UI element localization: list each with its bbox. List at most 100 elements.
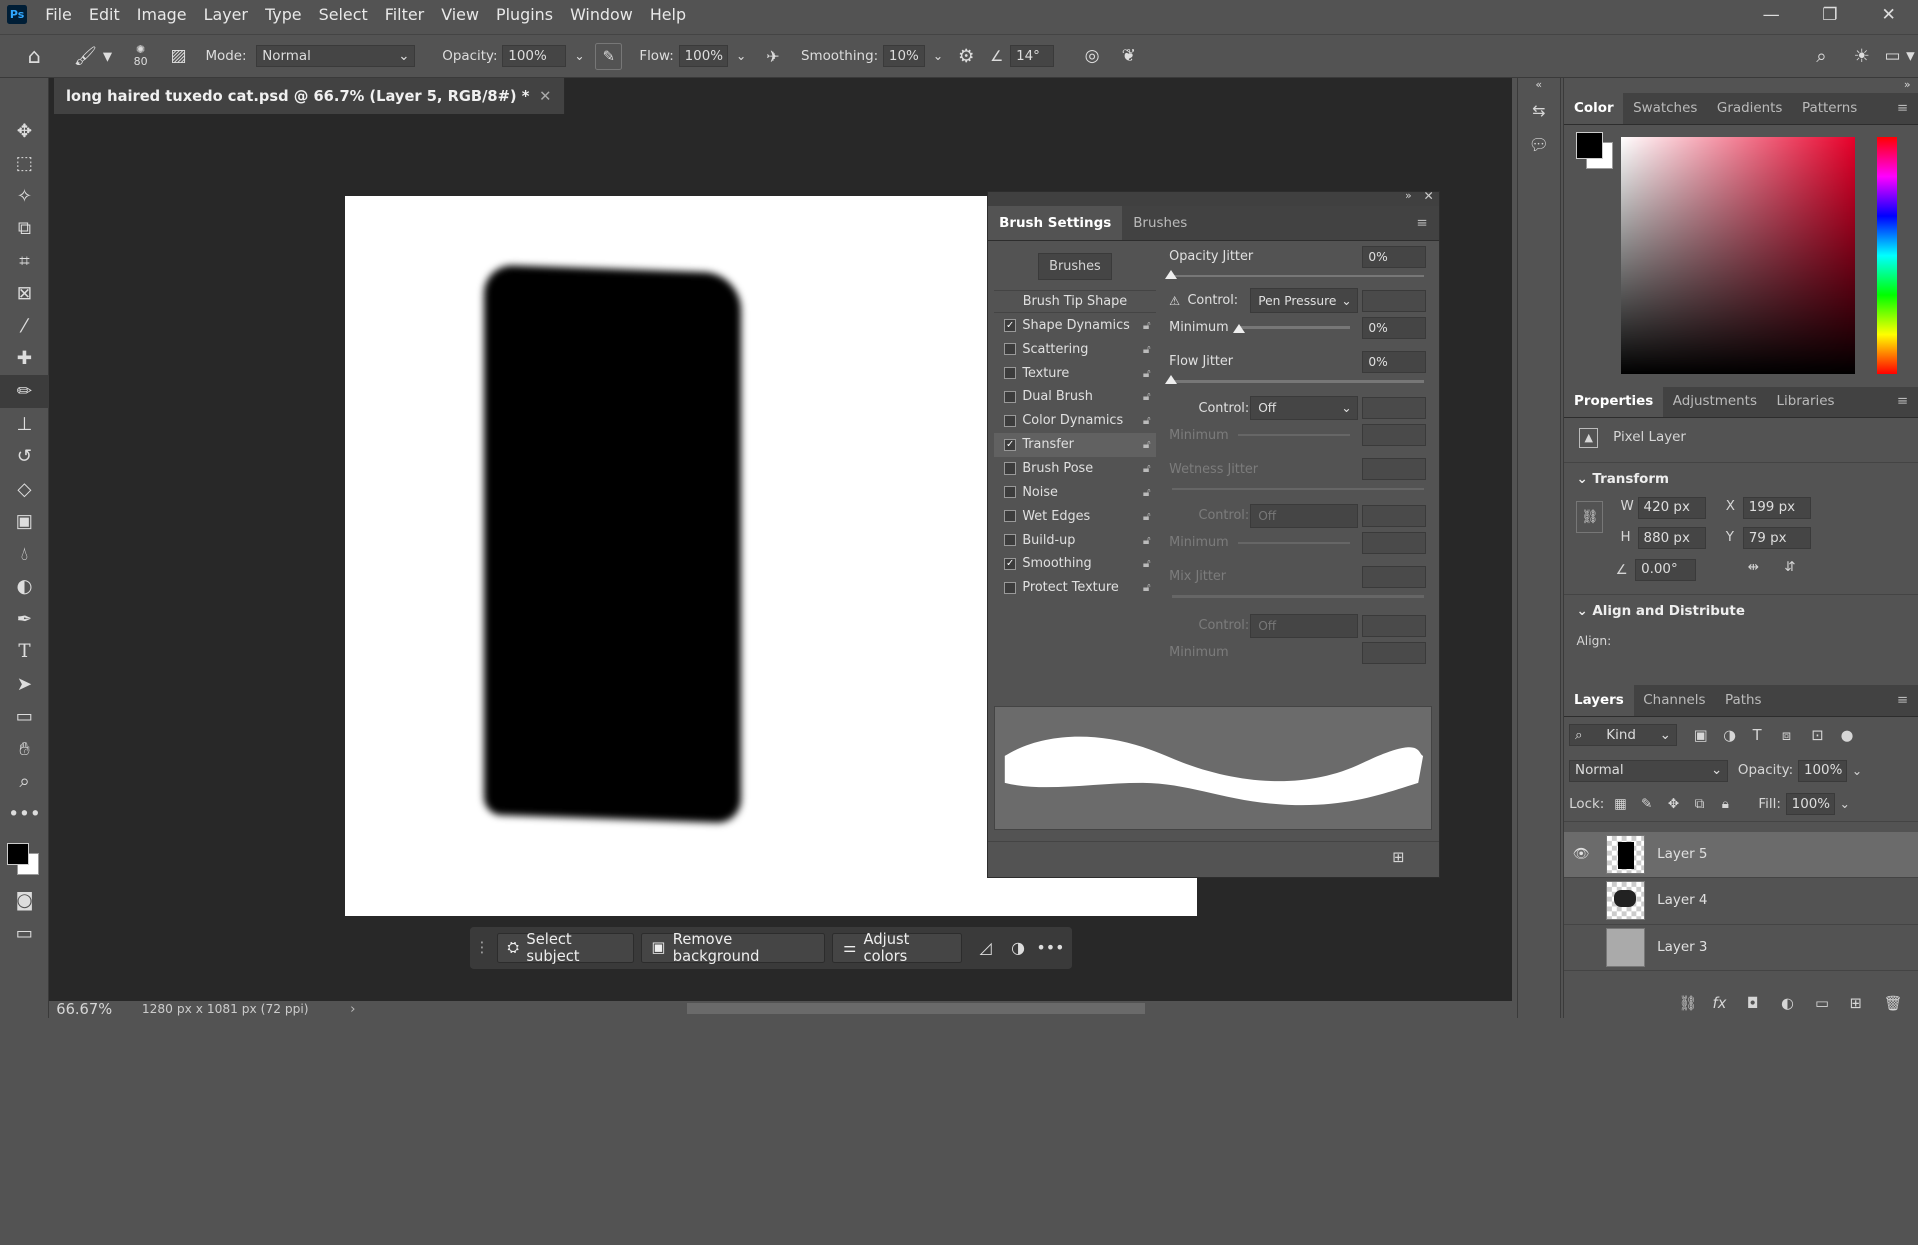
brush-setting-item[interactable]: Texture 🔓︎ — [994, 361, 1155, 385]
restore-icon[interactable]: ❐ — [1801, 0, 1860, 29]
flow-chevron-icon[interactable]: ⌄ — [733, 49, 750, 63]
pen-tool-icon[interactable]: ✒ — [0, 603, 49, 636]
link-icon[interactable]: ⛓ — [1576, 501, 1604, 534]
pressure-opacity-icon[interactable]: ✎ — [595, 42, 623, 70]
brushes-button[interactable]: Brushes — [1038, 252, 1112, 280]
smoothing-input[interactable]: 10% — [883, 45, 925, 68]
close-icon[interactable]: ✕ — [1859, 0, 1918, 29]
minimize-icon[interactable]: — — [1742, 0, 1801, 29]
color-panel-menu-icon[interactable]: ≡ — [1887, 93, 1918, 124]
x-input[interactable]: 199 px — [1742, 496, 1812, 519]
mode-dropdown[interactable]: Normal ⌄ — [256, 45, 416, 68]
lock-artboard-icon[interactable]: ⧉ — [1695, 797, 1722, 812]
smoothing-chevron-icon[interactable]: ⌄ — [929, 49, 946, 63]
blur-tool-icon[interactable]: 💧︎ — [0, 538, 49, 571]
new-layer-icon[interactable]: ⊞ — [1849, 995, 1883, 1012]
setting-checkbox[interactable] — [1004, 343, 1017, 356]
eye-icon[interactable]: 👁︎ — [1564, 847, 1598, 862]
brush-setting-item[interactable]: Color Dynamics 🔓︎ — [994, 409, 1155, 433]
width-input[interactable]: 420 px — [1637, 496, 1707, 519]
horizontal-scroll-thumb[interactable] — [687, 1003, 1145, 1015]
setting-checkbox[interactable] — [1004, 581, 1017, 594]
setting-checkbox[interactable]: ✓ — [1004, 438, 1017, 451]
history-brush-tool-icon[interactable]: ↺ — [0, 440, 49, 473]
frame-tool-icon[interactable]: ⊠ — [0, 278, 49, 311]
slider-knob[interactable] — [1165, 374, 1178, 385]
rectangle-tool-icon[interactable]: ▭ — [0, 701, 49, 734]
slider-knob[interactable] — [1165, 269, 1178, 280]
kind-filter-dropdown[interactable]: ⌕ Kind ⌄ — [1569, 724, 1677, 747]
new-fill-layer-icon[interactable]: ◐ — [1781, 995, 1815, 1012]
select-subject-button[interactable]: ⛭ Select subject — [496, 931, 634, 965]
flip-horizontal-icon[interactable]: ⇹ — [1748, 560, 1759, 575]
close-panel-icon[interactable]: ✕ — [1424, 189, 1434, 203]
gradient-tool-icon[interactable]: ▣ — [0, 505, 49, 538]
lock-icon[interactable]: 🔓︎ — [1143, 389, 1151, 404]
filter-shape-icon[interactable]: ⧈ — [1782, 727, 1811, 744]
add-mask-icon[interactable]: ◘ — [1747, 995, 1781, 1012]
close-tab-icon[interactable]: ✕ — [539, 88, 551, 105]
drag-handle-icon[interactable]: ⋮ — [475, 939, 490, 956]
minimum-value[interactable]: 0% — [1362, 316, 1427, 339]
opacity-jitter-slider[interactable] — [1165, 269, 1433, 282]
lock-icon[interactable]: 🔓︎ — [1143, 342, 1151, 357]
collapse-icon[interactable]: » — [1405, 189, 1412, 202]
lock-icon[interactable]: 🔓︎ — [1143, 413, 1151, 428]
setting-checkbox[interactable]: ✓ — [1004, 319, 1017, 332]
tab-patterns[interactable]: Patterns — [1792, 93, 1867, 124]
lock-position-icon[interactable]: ✥ — [1668, 797, 1695, 812]
layer-row-5[interactable]: 👁︎ Layer 5 — [1564, 831, 1918, 879]
menu-window[interactable]: Window — [562, 5, 642, 24]
menu-help[interactable]: Help — [641, 5, 694, 24]
horizontal-scrollbar[interactable] — [355, 1003, 1480, 1015]
lock-icon[interactable]: 🔓︎ — [1143, 366, 1151, 381]
workspace-icon[interactable]: ▭ ▾ — [1881, 46, 1918, 66]
tab-properties[interactable]: Properties — [1564, 386, 1664, 418]
brush-setting-item[interactable]: Brush Pose 🔓︎ — [994, 457, 1155, 481]
brush-setting-item[interactable]: Wet Edges 🔓︎ — [994, 504, 1155, 528]
brush-setting-item[interactable]: ✓ Transfer 🔓︎ — [994, 432, 1156, 457]
lock-icon[interactable]: 🔓︎ — [1143, 580, 1151, 595]
transform-icon[interactable]: ◿ — [970, 938, 1002, 957]
setting-checkbox[interactable] — [1004, 510, 1017, 523]
align-distribute-header[interactable]: ⌄ Align and Distribute — [1576, 604, 1744, 619]
tab-paths[interactable]: Paths — [1715, 685, 1771, 716]
delete-layer-icon[interactable]: 🗑︎ — [1884, 994, 1908, 1012]
brush-setting-item[interactable]: ✓ Smoothing 🔓︎ — [994, 552, 1155, 576]
saturation-field[interactable] — [1620, 136, 1856, 375]
menu-select[interactable]: Select — [310, 5, 376, 24]
tab-swatches[interactable]: Swatches — [1623, 93, 1707, 124]
filter-type-icon[interactable]: T — [1753, 727, 1782, 744]
comments-icon[interactable]: 💬︎ — [1518, 127, 1560, 161]
lock-icon[interactable]: 🔓︎ — [1143, 533, 1151, 548]
flow-jitter-slider[interactable] — [1165, 374, 1433, 387]
opacity-input[interactable]: 100% — [502, 45, 566, 68]
tab-brush-settings[interactable]: Brush Settings — [988, 206, 1123, 240]
setting-checkbox[interactable] — [1004, 414, 1017, 427]
hand-tool-icon[interactable]: ✋︎ — [0, 733, 49, 766]
lock-icon[interactable]: 🔓︎ — [1143, 485, 1151, 500]
path-selection-tool-icon[interactable]: ➤ — [0, 668, 49, 701]
dodge-tool-icon[interactable]: ◐ — [0, 570, 49, 603]
foreground-color-swatch[interactable] — [7, 842, 30, 865]
layer-opacity-input[interactable]: 100% — [1798, 759, 1847, 782]
blend-mode-dropdown[interactable]: Normal ⌄ — [1569, 759, 1729, 782]
color-swatches[interactable] — [0, 831, 48, 885]
tab-adjustments[interactable]: Adjustments — [1663, 387, 1767, 418]
brush-setting-item[interactable]: Build-up 🔓︎ — [994, 528, 1155, 552]
marquee-tool-icon[interactable]: ⬚ — [0, 148, 49, 181]
height-input[interactable]: 880 px — [1637, 527, 1707, 550]
zoom-level[interactable]: 66.67% — [56, 1001, 142, 1018]
layer-row-3[interactable]: Layer 3 — [1564, 925, 1918, 972]
lock-transparent-icon[interactable]: ▦ — [1614, 797, 1641, 812]
brush-setting-item[interactable]: Protect Texture 🔓︎ — [994, 576, 1155, 600]
brush-setting-item[interactable]: Dual Brush 🔓︎ — [994, 385, 1155, 409]
setting-checkbox[interactable] — [1004, 462, 1017, 475]
tab-channels[interactable]: Channels — [1634, 685, 1716, 716]
tab-brushes[interactable]: Brushes — [1122, 206, 1198, 239]
layer-row-4[interactable]: Layer 4 — [1564, 878, 1918, 925]
fill-chevron-icon[interactable]: ⌄ — [1840, 797, 1850, 811]
lock-icon[interactable]: 🔓︎ — [1143, 437, 1151, 452]
menu-view[interactable]: View — [433, 5, 488, 24]
control2-dropdown[interactable]: Off ⌄ — [1249, 396, 1358, 421]
